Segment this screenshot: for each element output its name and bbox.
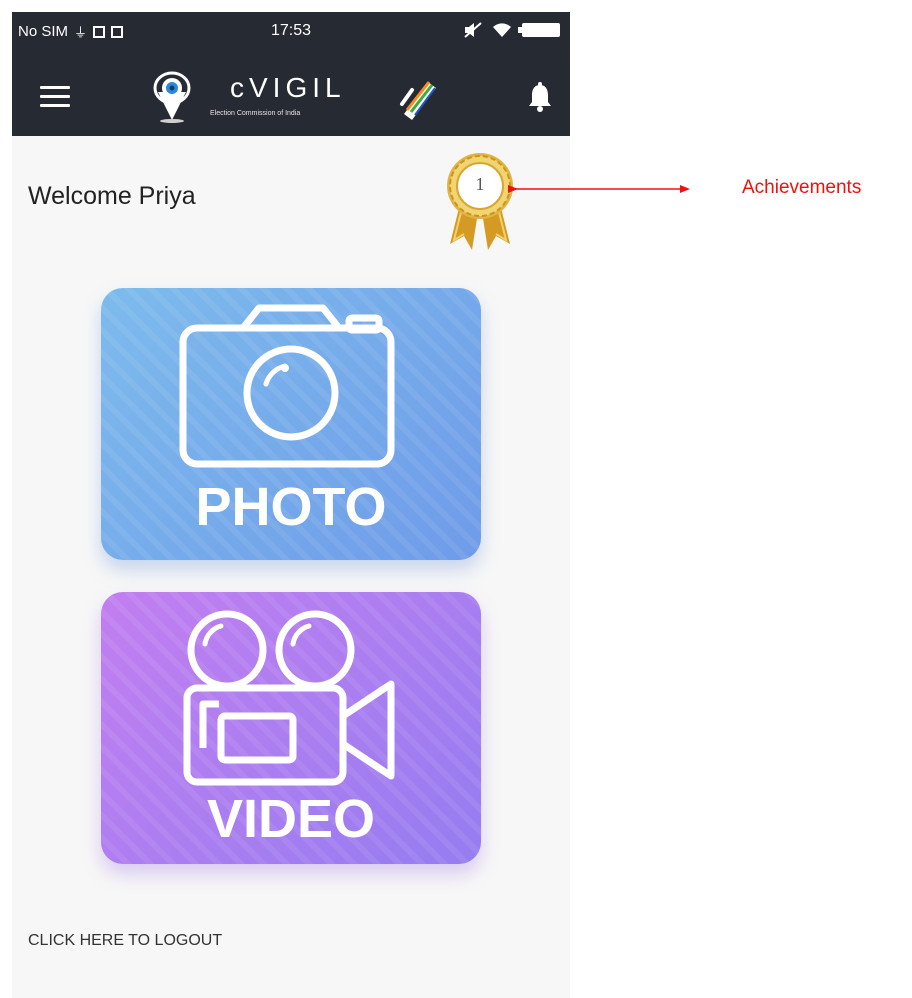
- camera-icon: [179, 304, 395, 468]
- medal-icon: [447, 153, 513, 250]
- photo-label: PHOTO: [195, 477, 387, 537]
- video-camera-icon: [183, 610, 395, 786]
- gallery-notification-icon: [93, 25, 106, 38]
- battery-icon: [518, 23, 560, 37]
- achievements-annotation: Achievements: [742, 177, 862, 198]
- hamburger-icon[interactable]: [40, 86, 70, 113]
- app-header: No SIM ⏚ 17:53 cVIGIL Election Commissio…: [12, 12, 570, 136]
- achievement-count: 1: [475, 174, 485, 194]
- app-logo: cVIGIL Election Commission of India: [152, 68, 442, 128]
- bell-icon[interactable]: [528, 82, 552, 112]
- carrier-text: No SIM: [18, 23, 69, 40]
- task-notification-icon: [111, 25, 124, 38]
- phone-screen: No SIM ⏚ 17:53 cVIGIL Election Commissio…: [12, 12, 570, 998]
- app-subtitle: Election Commission of India: [210, 110, 301, 117]
- status-left: No SIM ⏚: [18, 22, 124, 41]
- ballot-finger-icon: [400, 81, 436, 120]
- logout-link[interactable]: CLICK HERE TO LOGOUT: [28, 932, 222, 950]
- video-button[interactable]: VIDEO: [101, 592, 481, 864]
- video-label: VIDEO: [206, 789, 376, 849]
- welcome-text: Welcome Priya: [28, 182, 196, 210]
- usb-icon: ⏚: [74, 25, 88, 40]
- status-right: [464, 22, 560, 38]
- app-title: cVIGIL: [230, 72, 346, 103]
- photo-button[interactable]: PHOTO: [101, 288, 481, 560]
- achievements-badge[interactable]: 1: [442, 152, 522, 252]
- mute-icon: [464, 22, 482, 38]
- location-pin-eye-icon: [153, 71, 191, 123]
- status-bar: No SIM ⏚ 17:53: [12, 12, 570, 56]
- wifi-icon: [493, 23, 511, 37]
